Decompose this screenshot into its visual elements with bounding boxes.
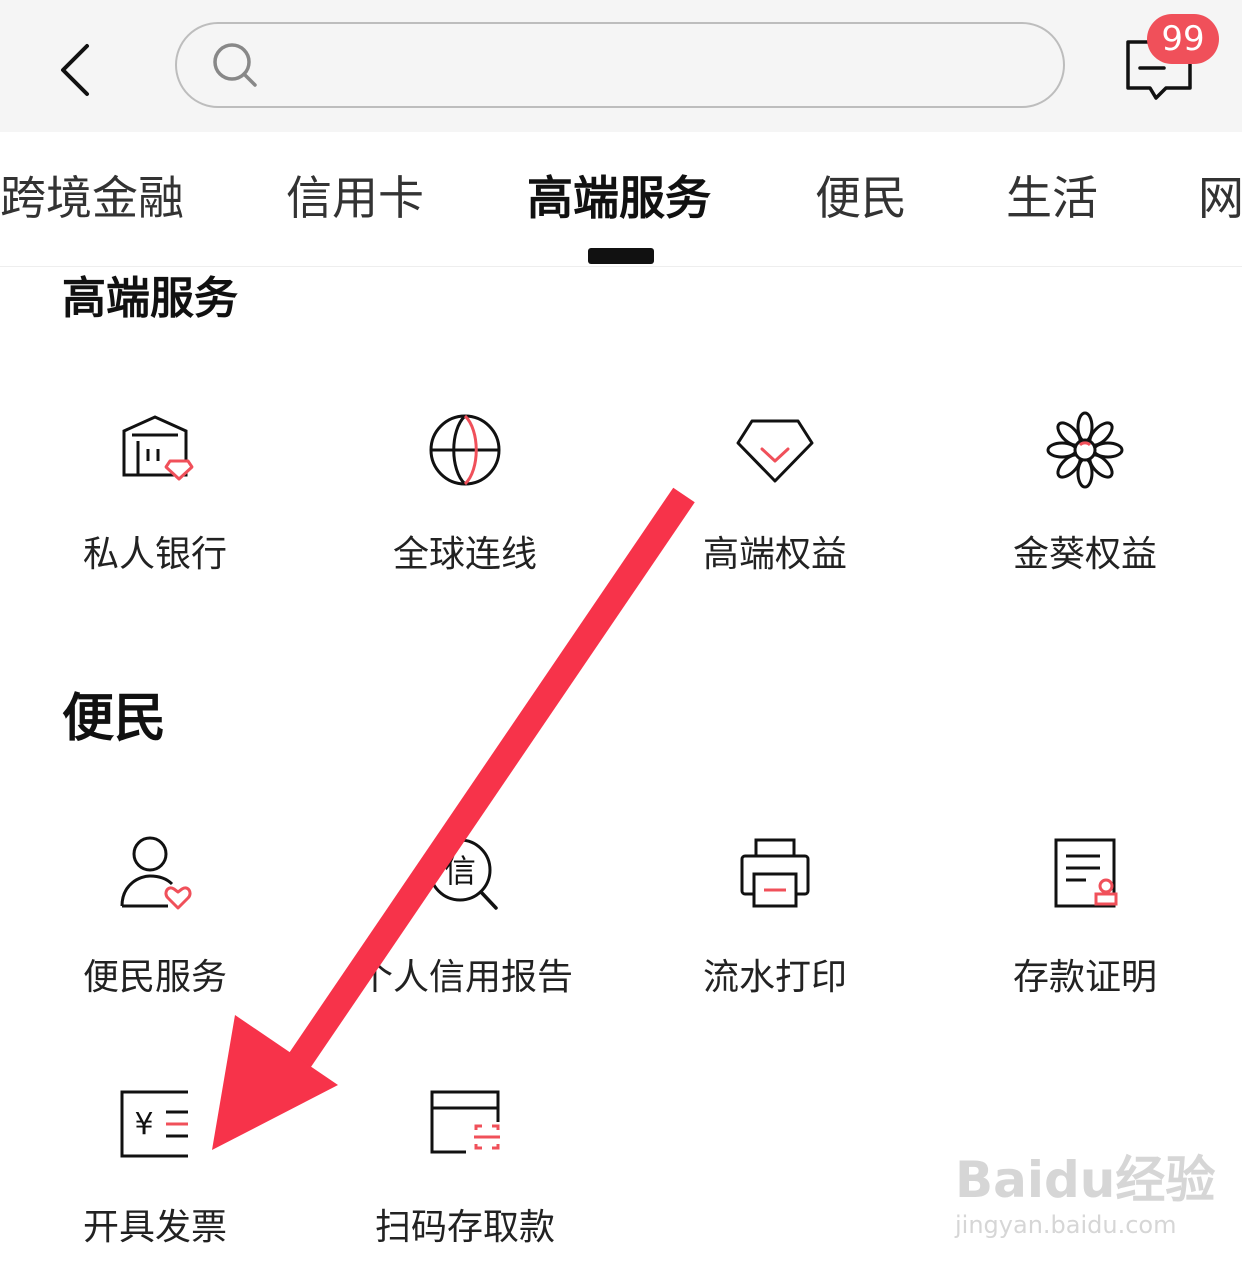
category-tabs: 跨境金融 信用卡 高端服务 便民 生活 网: [0, 132, 1242, 267]
invoice-icon: ¥: [110, 1078, 200, 1168]
item-label: 个人信用报告: [356, 957, 573, 998]
credit-search-icon: 信: [420, 828, 510, 918]
active-tab-indicator: [588, 248, 654, 264]
section-title-premium: 高端服务: [62, 273, 238, 324]
section-title-convenience: 便民: [62, 689, 167, 749]
service-private-banking[interactable]: 私人银行: [25, 405, 285, 595]
top-bar: 99: [0, 0, 1242, 132]
diamond-icon: [730, 405, 820, 495]
service-scan-deposit-withdraw[interactable]: 扫码存取款: [335, 1078, 595, 1268]
chevron-left-icon: [61, 44, 89, 96]
tab-online[interactable]: 网: [1198, 170, 1242, 226]
watermark-url: jingyan.baidu.com: [955, 1211, 1177, 1239]
back-button[interactable]: [40, 30, 110, 110]
service-issue-invoice[interactable]: ¥ 开具发票: [25, 1078, 285, 1268]
item-label: 存款证明: [1012, 957, 1157, 998]
service-sunflower-benefits[interactable]: 金葵权益: [955, 405, 1215, 595]
item-label: 开具发票: [82, 1207, 227, 1248]
scan-card-icon: [420, 1078, 510, 1168]
user-heart-icon: [110, 828, 200, 918]
baidu-watermark: Baidu经验 jingyan.baidu.com: [955, 1150, 1225, 1260]
search-bar[interactable]: [175, 22, 1065, 108]
item-label: 便民服务: [82, 957, 227, 998]
item-label: 全球连线: [392, 534, 537, 575]
printer-icon: [730, 828, 820, 918]
svg-text:信: 信: [444, 852, 476, 890]
tab-credit-card[interactable]: 信用卡: [286, 170, 424, 226]
tab-premium-services[interactable]: 高端服务: [527, 170, 711, 226]
tab-convenience[interactable]: 便民: [815, 170, 907, 226]
tab-life[interactable]: 生活: [1006, 170, 1098, 226]
service-premium-benefits[interactable]: 高端权益: [645, 405, 905, 595]
certificate-icon: [1040, 828, 1130, 918]
service-statement-print[interactable]: 流水打印: [645, 828, 905, 1018]
search-icon: [211, 41, 259, 89]
item-label: 扫码存取款: [374, 1207, 555, 1248]
item-label: 流水打印: [702, 957, 847, 998]
svg-text:¥: ¥: [134, 1107, 153, 1142]
tab-cross-border-finance[interactable]: 跨境金融: [0, 170, 184, 226]
service-deposit-certificate[interactable]: 存款证明: [955, 828, 1215, 1018]
bank-icon: [110, 405, 200, 495]
message-badge: 99: [1147, 14, 1219, 64]
flower-icon: [1040, 405, 1130, 495]
service-credit-report[interactable]: 信 个人信用报告: [335, 828, 595, 1018]
search-input[interactable]: [277, 43, 1041, 87]
watermark-brand: Baidu经验: [955, 1151, 1216, 1209]
item-label: 私人银行: [82, 534, 227, 575]
item-label: 金葵权益: [1012, 534, 1157, 575]
service-global-connect[interactable]: 全球连线: [335, 405, 595, 595]
service-convenience[interactable]: 便民服务: [25, 828, 285, 1018]
item-label: 高端权益: [702, 534, 847, 575]
globe-icon: [420, 405, 510, 495]
